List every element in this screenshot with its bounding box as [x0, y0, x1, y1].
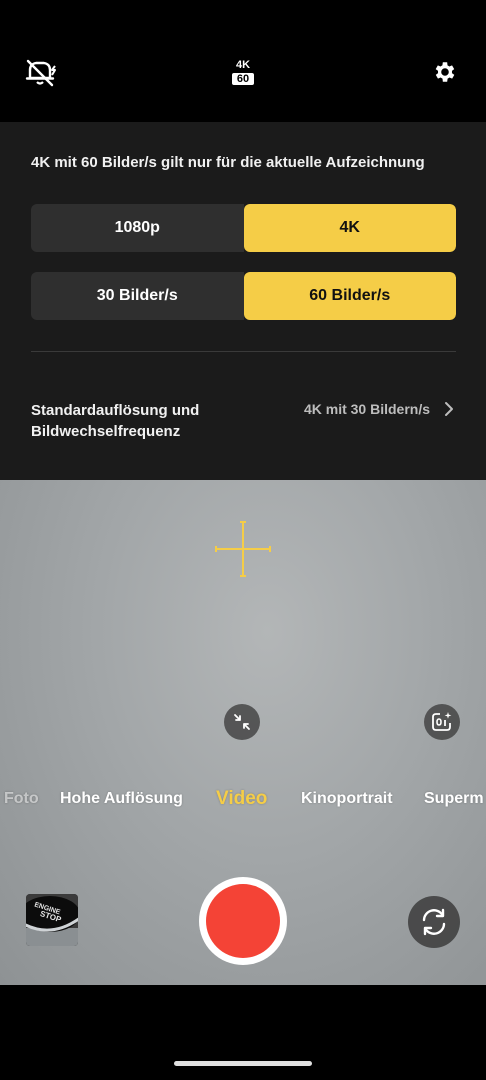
mode-hohe-aufloesung[interactable]: Hohe Auflösung — [60, 790, 183, 808]
framerate-option-60[interactable]: 60 Bilder/s — [243, 272, 456, 320]
resolution-option-1080p[interactable]: 1080p — [31, 204, 244, 252]
gallery-thumbnail[interactable]: ENGINE STOP — [26, 894, 78, 946]
resolution-badge[interactable]: 4K 60 — [224, 56, 262, 88]
mode-super[interactable]: Superm — [424, 790, 484, 808]
home-indicator[interactable] — [174, 1061, 312, 1066]
panel-note: 4K mit 60 Bilder/s gilt nur für die aktu… — [31, 154, 425, 171]
top-bar: 4K 60 — [0, 0, 486, 122]
gear-icon[interactable] — [428, 55, 462, 89]
focus-crosshair-icon — [214, 520, 272, 578]
flash-off-icon[interactable] — [22, 56, 60, 90]
video-settings-panel: 4K mit 60 Bilder/s gilt nur für die aktu… — [0, 122, 486, 480]
framerate-option-30[interactable]: 30 Bilder/s — [31, 272, 244, 320]
switch-camera-icon[interactable] — [408, 896, 460, 948]
ai-enhance-icon[interactable] — [424, 704, 460, 740]
mode-video[interactable]: Video — [216, 788, 267, 810]
default-resolution-row[interactable]: Standardauflösung und Bildwechselfrequen… — [31, 400, 456, 444]
mode-kinoportrait[interactable]: Kinoportrait — [301, 790, 393, 808]
default-resolution-label: Standardauflösung und Bildwechselfrequen… — [31, 402, 200, 440]
resolution-badge-bottom: 60 — [231, 73, 255, 85]
collapse-icon[interactable] — [224, 704, 260, 740]
chevron-right-icon — [442, 400, 456, 418]
viewfinder[interactable]: Foto Hohe Auflösung Video Kinoportrait S… — [0, 480, 486, 985]
divider — [31, 351, 456, 352]
record-button[interactable] — [199, 877, 287, 965]
resolution-selector: 1080p 4K — [31, 204, 456, 252]
framerate-selector: 30 Bilder/s 60 Bilder/s — [31, 272, 456, 320]
resolution-option-4k[interactable]: 4K — [243, 204, 456, 252]
record-button-inner — [206, 884, 280, 958]
mode-foto[interactable]: Foto — [4, 790, 39, 808]
resolution-badge-top: 4K — [235, 59, 251, 71]
mode-selector: Foto Hohe Auflösung Video Kinoportrait S… — [0, 788, 486, 820]
default-resolution-value: 4K mit 30 Bildern/s — [303, 401, 430, 417]
